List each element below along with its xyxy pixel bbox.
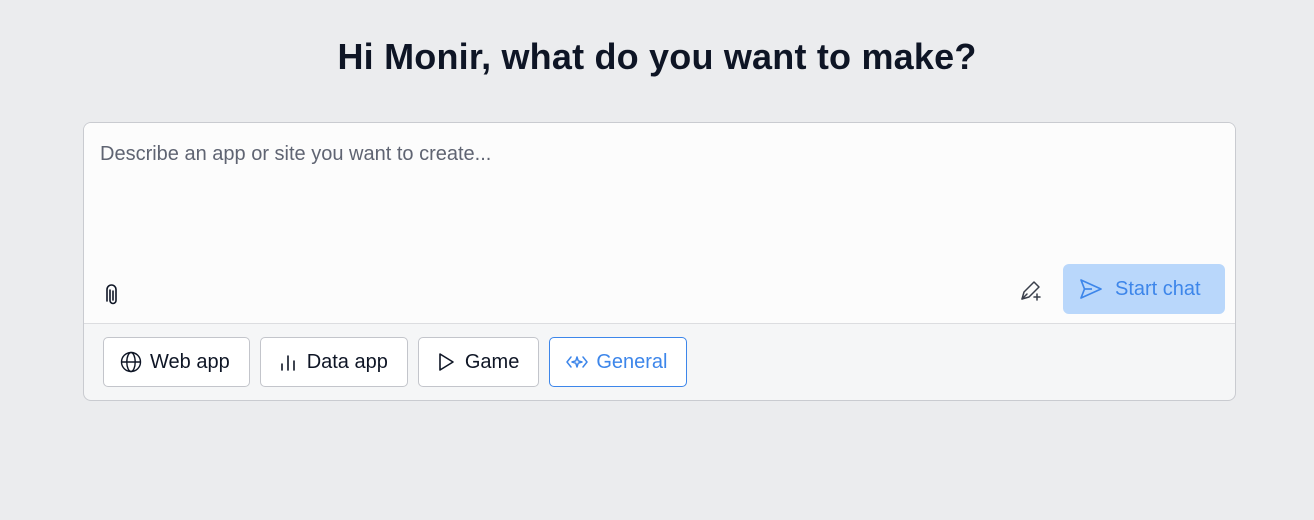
app-type-web-app[interactable]: Web app — [103, 337, 250, 387]
paperclip-icon — [106, 284, 117, 305]
app-type-label: Game — [464, 350, 520, 373]
globe-icon — [120, 351, 142, 373]
app-type-game[interactable]: Game — [417, 337, 540, 387]
page-heading: Hi Monir, what do you want to make? — [337, 36, 977, 77]
attach-file-button[interactable] — [101, 283, 125, 309]
prompt-input-area: Start chat — [84, 123, 1235, 324]
prompt-input[interactable] — [100, 141, 1000, 241]
app-type-general[interactable]: General — [549, 337, 688, 387]
app-type-label: General — [596, 350, 668, 373]
bar-chart-icon — [280, 355, 295, 371]
home-page: Hi Monir, what do you want to make? Desc… — [0, 0, 1314, 520]
improve-prompt-button[interactable] — [1018, 277, 1044, 303]
app-type-selector: Web app Data app Game General — [103, 337, 688, 387]
app-type-label: Web app — [150, 350, 230, 373]
pen-sparkle-icon — [1021, 281, 1041, 301]
code-sparkle-icon — [566, 356, 589, 368]
start-chat-button[interactable]: Start chat — [1063, 264, 1225, 314]
app-type-data-app[interactable]: Data app — [259, 337, 408, 387]
prompt-composer: Start chat Web app — [83, 122, 1236, 401]
play-icon — [439, 353, 454, 371]
start-chat-label: Start chat — [1115, 277, 1201, 300]
app-type-label: Data app — [306, 350, 388, 373]
send-icon — [1080, 279, 1102, 299]
